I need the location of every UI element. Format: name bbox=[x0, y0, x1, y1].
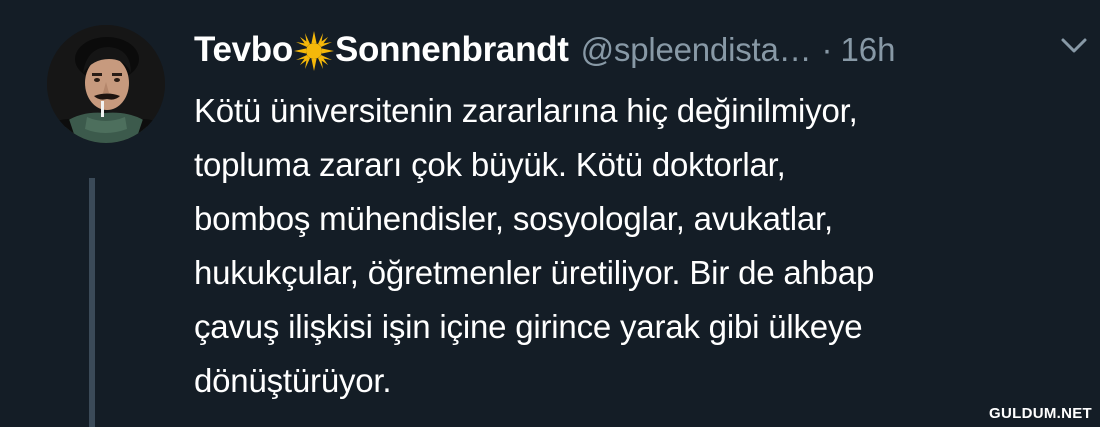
display-name-part2[interactable]: Sonnenbrandt bbox=[335, 30, 569, 70]
sun-icon bbox=[293, 31, 334, 71]
thread-line bbox=[89, 178, 95, 427]
chevron-down-icon[interactable] bbox=[1060, 36, 1088, 56]
avatar[interactable] bbox=[47, 25, 165, 143]
tweet-text-line: topluma zararı çok büyük. Kötü doktorlar… bbox=[194, 146, 786, 183]
timestamp[interactable]: 16h bbox=[840, 31, 895, 69]
tweet-text-line: hukukçular, öğretmenler üretiliyor. Bir … bbox=[194, 254, 875, 291]
display-name-part1[interactable]: Tevbo bbox=[194, 30, 293, 70]
user-handle[interactable]: @spleendista… bbox=[581, 31, 812, 69]
tweet-text-line: bomboş mühendisler, sosyologlar, avukatl… bbox=[194, 200, 833, 237]
tweet-text-line: çavuş ilişkisi işin içine girince yarak … bbox=[194, 308, 863, 345]
watermark: GULDUM.NET bbox=[989, 405, 1092, 422]
tweet[interactable]: Tevbo Sonnenbrandt @spleendista… · 16h K… bbox=[0, 0, 1100, 427]
separator-dot: · bbox=[821, 31, 833, 68]
tweet-text-line: dönüştürüyor. bbox=[194, 362, 392, 399]
avatar-image bbox=[47, 25, 165, 143]
tweet-header: Tevbo Sonnenbrandt @spleendista… · 16h bbox=[194, 28, 1084, 72]
tweet-text-line: Kötü üniversitenin zararlarına hiç değin… bbox=[194, 92, 858, 129]
tweet-text: Kötü üniversitenin zararlarına hiç değin… bbox=[194, 84, 1074, 408]
